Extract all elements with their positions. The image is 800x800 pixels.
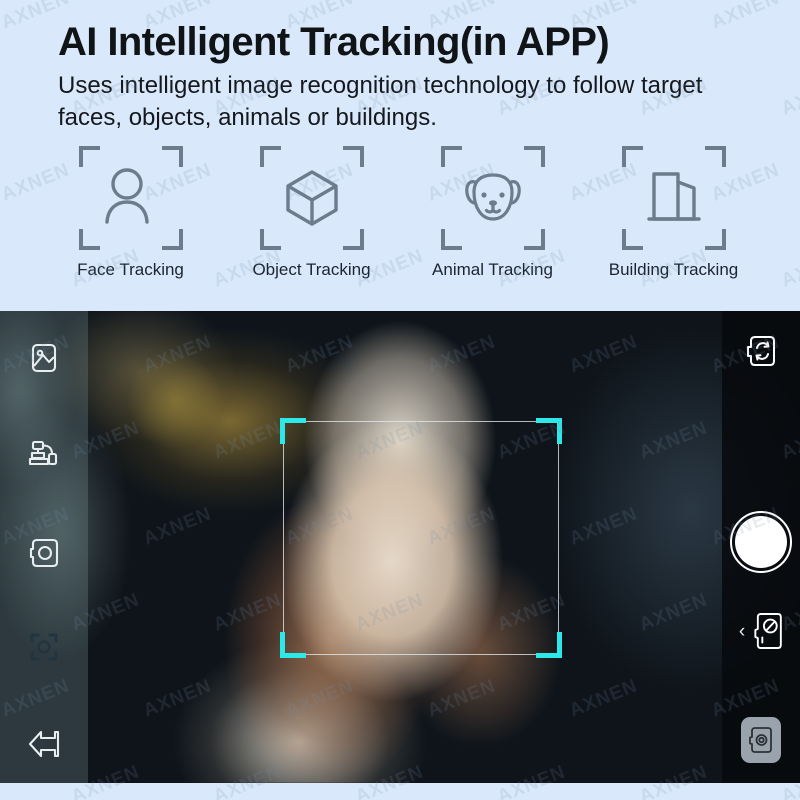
feature-label-object: Object Tracking bbox=[252, 260, 371, 279]
camera-switch-icon bbox=[747, 336, 775, 366]
dog-animal-icon bbox=[464, 173, 521, 221]
sidebar-item-gallery[interactable] bbox=[21, 335, 67, 381]
sidebar-item-ai-tracking[interactable] bbox=[21, 624, 67, 670]
shutter-button[interactable] bbox=[730, 511, 792, 573]
camera-icon bbox=[29, 538, 59, 568]
building-icon bbox=[646, 172, 701, 221]
feature-list: Face Tracking Object Tracking Animal Tra… bbox=[40, 146, 764, 280]
page-title: AI Intelligent Tracking(in APP) bbox=[58, 20, 610, 64]
tracking-corner-bottom-right-icon bbox=[536, 632, 562, 658]
tracking-corner-top-right-icon bbox=[536, 418, 562, 444]
building-tracking-frame bbox=[621, 146, 726, 250]
mode-prev-chevron-icon[interactable]: ‹ bbox=[739, 622, 745, 641]
feature-animal-tracking: Animal Tracking bbox=[402, 146, 583, 280]
gallery-icon bbox=[31, 343, 57, 373]
feature-object-tracking: Object Tracking bbox=[221, 146, 402, 280]
feature-label-building: Building Tracking bbox=[608, 260, 739, 279]
tracking-focus-icon bbox=[30, 633, 58, 661]
sidebar-item-back[interactable] bbox=[21, 721, 67, 767]
feature-label-face: Face Tracking bbox=[77, 260, 184, 279]
back-arrow-icon bbox=[28, 730, 60, 758]
sidebar-item-camera[interactable] bbox=[21, 530, 67, 576]
camera-viewfinder[interactable]: ‹ bbox=[0, 311, 800, 783]
video-mode-icon[interactable] bbox=[753, 611, 783, 651]
tracking-corner-top-left-icon bbox=[280, 418, 306, 444]
camera-switch-button[interactable] bbox=[743, 333, 779, 369]
gallery-thumbnail-button[interactable] bbox=[741, 717, 781, 763]
promo-page: AI Intelligent Tracking(in APP) Uses int… bbox=[0, 0, 800, 800]
bottom-spacer bbox=[0, 783, 800, 800]
object-tracking-frame bbox=[259, 146, 364, 250]
promo-header-panel: AI Intelligent Tracking(in APP) Uses int… bbox=[0, 0, 800, 311]
mode-switcher: ‹ bbox=[739, 611, 783, 651]
page-subtitle: Uses intelligent image recognition techn… bbox=[58, 72, 703, 131]
tracking-corner-bottom-left-icon bbox=[280, 632, 306, 658]
animal-tracking-frame bbox=[440, 146, 545, 250]
left-toolbar bbox=[0, 311, 88, 783]
face-tracking-frame bbox=[78, 146, 183, 250]
feature-label-animal: Animal Tracking bbox=[432, 260, 553, 279]
sidebar-item-pan-tilt[interactable] bbox=[21, 431, 67, 477]
right-toolbar: ‹ bbox=[722, 311, 800, 783]
feature-building-tracking: Building Tracking bbox=[583, 146, 764, 280]
cube-object-icon bbox=[285, 170, 338, 226]
pan-tilt-mount-icon bbox=[28, 440, 58, 466]
feature-face-tracking: Face Tracking bbox=[40, 146, 221, 280]
person-face-icon bbox=[104, 168, 149, 224]
shutter-inner-circle bbox=[735, 516, 787, 568]
album-camera-icon bbox=[749, 727, 772, 753]
tracking-target-box[interactable] bbox=[280, 418, 562, 658]
